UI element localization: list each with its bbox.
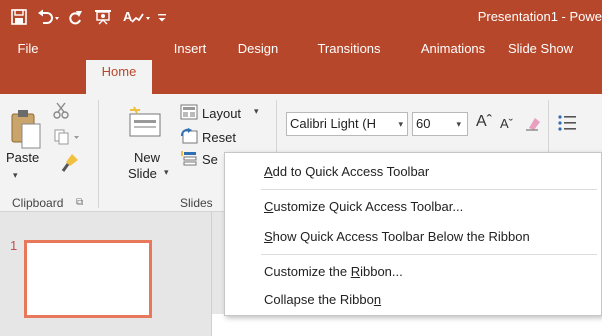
slides-group-label: Slides bbox=[180, 196, 213, 210]
save-icon[interactable] bbox=[10, 8, 28, 26]
clipboard-dialog-launcher-icon[interactable]: ⧉ bbox=[76, 197, 83, 208]
new-slide-dropdown-icon[interactable]: ▾ bbox=[164, 167, 169, 178]
paste-label: Paste bbox=[6, 150, 40, 165]
menu-item-label: Customize the bbox=[264, 264, 351, 279]
tab-slide-show[interactable]: Slide Show bbox=[508, 34, 602, 64]
increase-font-size-icon[interactable]: Aˆ bbox=[476, 113, 492, 131]
tab-transitions[interactable]: Transitions bbox=[302, 34, 396, 64]
reset-icon[interactable] bbox=[180, 128, 198, 144]
new-slide-icon[interactable] bbox=[128, 106, 162, 138]
menu-item-label: Collapse the Ribbo bbox=[264, 292, 374, 307]
reset-label[interactable]: Reset bbox=[202, 130, 236, 145]
menu-item-accel: C bbox=[264, 199, 274, 214]
clipboard-group-label: Clipboard bbox=[12, 196, 64, 210]
menu-item-accel: n bbox=[373, 292, 382, 307]
menu-item-label: ustomize Quick Access Toolbar... bbox=[273, 199, 464, 214]
menu-item-label: dd to Quick Access Toolbar bbox=[272, 164, 430, 179]
menu-item-accel: S bbox=[264, 229, 273, 244]
menu-item-add-to-qat[interactable]: Add to Quick Access Toolbar bbox=[226, 157, 600, 187]
window-title: Presentation1 - Powe bbox=[477, 9, 602, 24]
tab-file[interactable]: File bbox=[8, 34, 48, 64]
menu-item-show-qat-below-ribbon[interactable]: Show Quick Access Toolbar Below the Ribb… bbox=[226, 222, 600, 252]
new-slide-label[interactable]: New bbox=[134, 150, 160, 165]
new-slide-label-line2[interactable]: Slide bbox=[128, 166, 157, 181]
decrease-font-size-icon[interactable]: Aˇ bbox=[500, 116, 513, 131]
font-name-dropdown-icon[interactable]: ▾ bbox=[398, 113, 403, 135]
menu-separator bbox=[261, 189, 597, 190]
menu-item-label: ibbon... bbox=[360, 264, 403, 279]
group-separator bbox=[98, 100, 99, 208]
tab-home[interactable]: Home bbox=[86, 60, 152, 96]
present-from-beginning-icon[interactable] bbox=[92, 8, 114, 26]
font-name-combobox[interactable]: Calibri Light (H ▾ bbox=[286, 112, 408, 136]
font-size-value: 60 bbox=[416, 116, 431, 131]
font-name-value: Calibri Light (H bbox=[290, 116, 376, 131]
font-size-combobox[interactable]: 60 ▾ bbox=[412, 112, 468, 136]
slide-thumbnail[interactable] bbox=[24, 240, 152, 318]
layout-dropdown-icon[interactable]: ▾ bbox=[254, 106, 259, 117]
context-menu: Add to Quick Access Toolbar Customize Qu… bbox=[224, 152, 602, 316]
menu-item-label: how Quick Access Toolbar Below the Ribbo… bbox=[272, 229, 530, 244]
format-painter-icon[interactable] bbox=[60, 152, 82, 174]
clear-formatting-icon[interactable] bbox=[524, 114, 542, 132]
slide-canvas[interactable] bbox=[212, 314, 602, 336]
layout-icon[interactable] bbox=[180, 104, 198, 120]
section-label[interactable]: Se bbox=[202, 152, 218, 167]
menu-item-customize-qat[interactable]: Customize Quick Access Toolbar... bbox=[226, 192, 600, 222]
menu-item-accel: A bbox=[264, 164, 273, 179]
customize-qat-icon[interactable] bbox=[156, 8, 168, 26]
font-size-dropdown-icon[interactable]: ▾ bbox=[456, 113, 461, 135]
menu-item-customize-ribbon[interactable]: Customize the Ribbon... bbox=[226, 257, 600, 287]
spelling-icon[interactable]: A bbox=[122, 8, 152, 26]
svg-text:A: A bbox=[123, 9, 133, 24]
undo-icon[interactable] bbox=[36, 8, 62, 26]
title-bar: A Presentation1 - Powe bbox=[0, 0, 602, 34]
menu-item-collapse-ribbon[interactable]: Collapse the Ribbon bbox=[226, 285, 600, 315]
tab-animations[interactable]: Animations bbox=[408, 34, 498, 64]
tab-insert[interactable]: Insert bbox=[166, 34, 214, 64]
section-icon[interactable] bbox=[180, 150, 198, 166]
paste-icon[interactable] bbox=[10, 108, 44, 152]
paste-dropdown-icon[interactable]: ▾ bbox=[13, 170, 18, 181]
cut-icon[interactable] bbox=[52, 102, 70, 120]
menu-item-accel: R bbox=[350, 264, 361, 279]
slide-number: 1 bbox=[10, 238, 18, 253]
layout-label[interactable]: Layout bbox=[202, 106, 241, 121]
bullets-icon[interactable] bbox=[556, 112, 578, 134]
copy-icon[interactable] bbox=[52, 128, 82, 146]
tab-design[interactable]: Design bbox=[228, 34, 288, 64]
redo-icon[interactable] bbox=[66, 8, 84, 26]
menu-separator bbox=[261, 254, 597, 255]
